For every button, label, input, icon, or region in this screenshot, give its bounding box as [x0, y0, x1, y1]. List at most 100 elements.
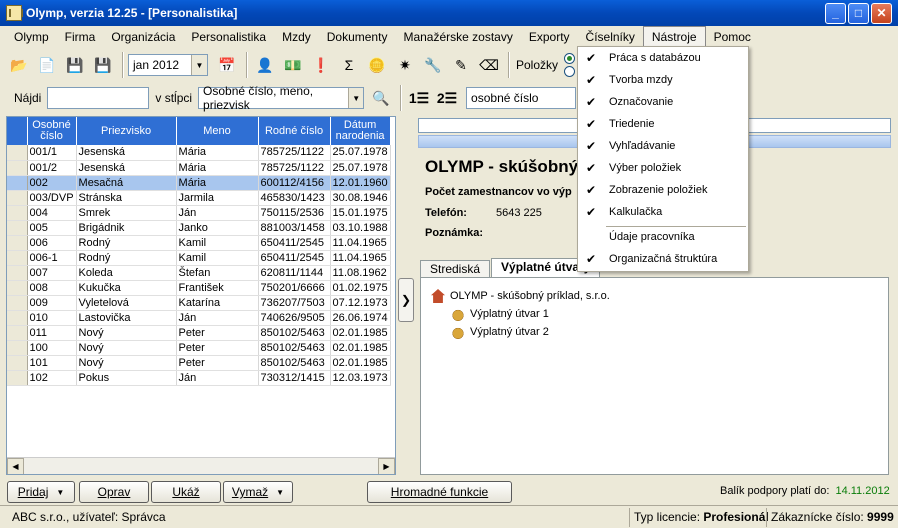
menu-item-oznacovanie[interactable]: ✔ Označovanie [578, 92, 748, 113]
table-cell[interactable]: Peter [176, 325, 259, 341]
calendar-icon[interactable]: 📅 [214, 52, 240, 78]
table-cell[interactable]: Ján [176, 310, 259, 326]
table-cell[interactable]: 11.04.1965 [330, 235, 391, 251]
table-cell[interactable]: Jesenská [76, 145, 177, 161]
table-row[interactable]: 101 Nový Peter 850102/5463 02.01.1985 [7, 355, 391, 371]
table-cell[interactable]: 25.07.1978 [330, 160, 391, 176]
delete-button[interactable]: Vymaž ▼ [223, 481, 293, 503]
table-cell[interactable]: 850102/5463 [258, 355, 331, 371]
table-cell[interactable]: Kamil [176, 235, 259, 251]
star-icon[interactable]: ✷ [392, 52, 418, 78]
bulk-functions-button[interactable]: Hromadné funkcie [367, 481, 512, 503]
coins-icon[interactable]: 🪙 [364, 52, 390, 78]
menu-olymp[interactable]: Olymp [6, 27, 57, 47]
table-row[interactable]: 005 Brigádnik Janko 881003/1458 03.10.1988 [7, 220, 391, 236]
menu-item-kalkulacka[interactable]: ✔ Kalkulačka [578, 202, 748, 223]
table-cell[interactable]: 02.01.1985 [330, 325, 391, 341]
table-cell[interactable]: Nový [76, 325, 177, 341]
table-cell[interactable]: 25.07.1978 [330, 145, 391, 161]
table-cell[interactable]: František [176, 280, 259, 296]
row-indicator[interactable] [7, 265, 28, 281]
employee-icon[interactable]: 👤 [252, 52, 278, 78]
new-document-icon[interactable]: 📄 [34, 52, 60, 78]
table-cell[interactable]: 465830/1423 [258, 190, 331, 206]
table-cell[interactable]: 740626/9505 [258, 310, 331, 326]
table-cell[interactable]: 004 [27, 205, 77, 221]
menu-exporty[interactable]: Exporty [521, 27, 578, 47]
table-cell[interactable]: Ján [176, 205, 259, 221]
sort-2-icon[interactable]: 2☰ [434, 85, 460, 111]
tab-strediska[interactable]: Strediská [420, 260, 491, 278]
table-cell[interactable]: Janko [176, 220, 259, 236]
table-cell[interactable]: 11.04.1965 [330, 250, 391, 266]
table-row[interactable]: 006 Rodný Kamil 650411/2545 11.04.1965 [7, 235, 391, 251]
table-row[interactable]: 001/2 Jesenská Mária 785725/1122 25.07.1978 [7, 160, 391, 176]
row-indicator[interactable] [7, 295, 28, 311]
table-cell[interactable]: 650411/2545 [258, 235, 331, 251]
table-cell[interactable]: 101 [27, 355, 77, 371]
table-cell[interactable]: 007 [27, 265, 77, 281]
column-select[interactable]: Osobné číslo, meno, priezvisk ▼ [198, 84, 365, 112]
chevron-down-icon[interactable]: ▼ [348, 88, 364, 108]
table-row[interactable]: 003/DVP Stránska Jarmila 465830/1423 30.08.1… [7, 190, 391, 206]
table-cell[interactable]: 600112/4156 [258, 175, 331, 191]
table-cell[interactable]: 730312/1415 [258, 370, 331, 386]
items-radio-1[interactable] [564, 53, 576, 64]
row-indicator[interactable] [7, 235, 28, 251]
row-indicator[interactable] [7, 145, 28, 161]
sort-field[interactable]: osobné číslo [466, 87, 577, 109]
table-row[interactable]: 011 Nový Peter 850102/5463 02.01.1985 [7, 325, 391, 341]
table-cell[interactable]: 11.08.1962 [330, 265, 391, 281]
table-cell[interactable]: Štefan [176, 265, 259, 281]
table-cell[interactable]: 850102/5463 [258, 340, 331, 356]
menu-item-vyhladavanie[interactable]: ✔ Vyhľadávanie [578, 136, 748, 157]
show-button[interactable]: Ukáž [151, 481, 221, 503]
table-row[interactable]: 100 Nový Peter 850102/5463 02.01.1985 [7, 340, 391, 356]
tree-node-child[interactable]: Výplatný útvar 2 [451, 325, 549, 339]
table-cell[interactable]: 011 [27, 325, 77, 341]
maximize-button[interactable]: □ [848, 2, 869, 24]
menu-item-praca-s-databazou[interactable]: ✔ Práca s databázou [578, 48, 748, 69]
menu-item-tvorba-mzdy[interactable]: ✔ Tvorba mzdy [578, 70, 748, 91]
table-cell[interactable]: 736207/7503 [258, 295, 331, 311]
table-cell[interactable]: Nový [76, 340, 177, 356]
items-radio-2[interactable] [564, 66, 576, 77]
search-input[interactable] [47, 87, 150, 109]
eraser-icon[interactable]: ⌫ [476, 52, 502, 78]
table-cell[interactable]: 620811/1144 [258, 265, 331, 281]
row-indicator[interactable] [7, 175, 28, 191]
table-cell[interactable]: Mesačná [76, 175, 177, 191]
menu-manazerske-zostavy[interactable]: Manažérske zostavy [395, 27, 520, 47]
menu-ciselniky[interactable]: Číselníky [578, 27, 643, 47]
table-cell[interactable]: 006 [27, 235, 77, 251]
menu-pomoc[interactable]: Pomoc [706, 27, 759, 47]
row-indicator[interactable] [7, 160, 28, 176]
column-header[interactable]: Priezvisko [76, 117, 177, 145]
table-cell[interactable]: 650411/2545 [258, 250, 331, 266]
chevron-down-icon[interactable]: ▼ [191, 55, 207, 75]
minimize-button[interactable]: _ [825, 2, 846, 24]
menu-item-organizacna-struktura[interactable]: ✔ Organizačná štruktúra [578, 249, 748, 270]
edit-button[interactable]: Oprav [79, 481, 149, 503]
column-header[interactable]: Meno [176, 117, 259, 145]
menu-item-zobrazenie-poloziek[interactable]: ✔ Zobrazenie položiek [578, 180, 748, 201]
table-cell[interactable]: 100 [27, 340, 77, 356]
table-cell[interactable]: 006-1 [27, 250, 77, 266]
panel-toggle-button[interactable]: ❯ [398, 278, 414, 322]
table-cell[interactable]: 750201/6666 [258, 280, 331, 296]
table-cell[interactable]: Smrek [76, 205, 177, 221]
period-select[interactable]: jan 2012 ▼ [128, 54, 208, 76]
table-row[interactable]: 008 Kukučka František 750201/6666 01.02.1975 [7, 280, 391, 296]
row-indicator[interactable] [7, 325, 28, 341]
table-cell[interactable]: 785725/1122 [258, 145, 331, 161]
row-indicator[interactable] [7, 355, 28, 371]
menu-firma[interactable]: Firma [57, 27, 104, 47]
add-button[interactable]: Pridaj ▼ [7, 481, 75, 503]
save-all-icon[interactable]: 💾 [90, 52, 116, 78]
table-cell[interactable]: Mária [176, 175, 259, 191]
sort-1-icon[interactable]: 1☰ [406, 85, 432, 111]
row-indicator[interactable] [7, 370, 28, 386]
table-cell[interactable]: 009 [27, 295, 77, 311]
tools-icon[interactable]: 🔧 [420, 52, 446, 78]
sum-icon[interactable]: Σ [336, 52, 362, 78]
